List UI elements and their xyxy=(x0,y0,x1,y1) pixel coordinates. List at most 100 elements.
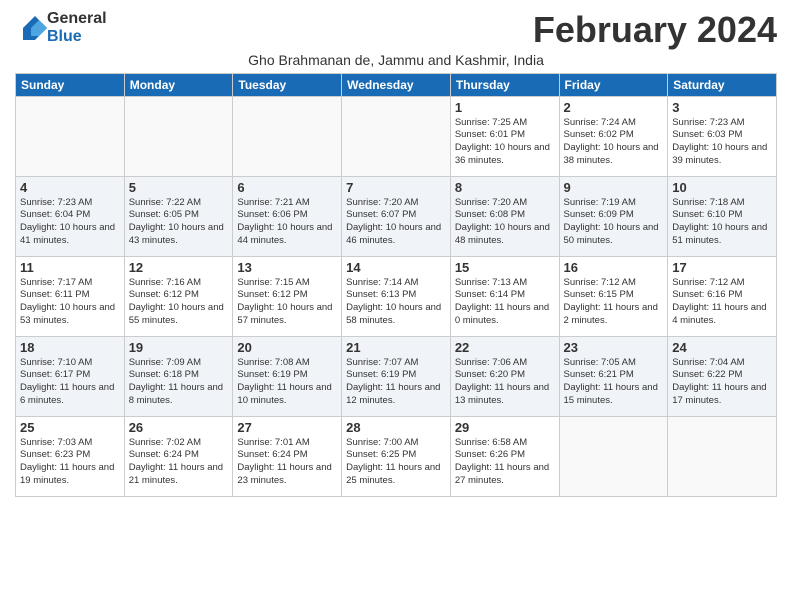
table-row: 6 Sunrise: 7:21 AM Sunset: 6:06 PM Daylig… xyxy=(233,176,342,256)
table-row: 16 Sunrise: 7:12 AM Sunset: 6:15 PM Dayli… xyxy=(559,256,668,336)
day-number: 10 xyxy=(672,180,772,195)
day-number: 5 xyxy=(129,180,229,195)
calendar-header-row: Sunday Monday Tuesday Wednesday Thursday… xyxy=(16,73,777,96)
day-info: Sunrise: 7:22 AM Sunset: 6:05 PM Dayligh… xyxy=(129,197,229,248)
day-number: 13 xyxy=(237,260,337,275)
logo-icon xyxy=(15,14,47,42)
day-info: Sunrise: 7:17 AM Sunset: 6:11 PM Dayligh… xyxy=(20,277,120,328)
day-number: 25 xyxy=(20,420,120,435)
logo-row: General Blue xyxy=(15,10,107,45)
day-info: Sunrise: 7:02 AM Sunset: 6:24 PM Dayligh… xyxy=(129,437,229,488)
table-row: 28 Sunrise: 7:00 AM Sunset: 6:25 PM Dayli… xyxy=(342,416,451,496)
day-number: 4 xyxy=(20,180,120,195)
day-info: Sunrise: 7:01 AM Sunset: 6:24 PM Dayligh… xyxy=(237,437,337,488)
subtitle: Gho Brahmanan de, Jammu and Kashmir, Ind… xyxy=(15,52,777,68)
day-number: 20 xyxy=(237,340,337,355)
table-row: 20 Sunrise: 7:08 AM Sunset: 6:19 PM Dayli… xyxy=(233,336,342,416)
table-row: 24Sunrise: 7:04 AM Sunset: 6:22 PM Dayli… xyxy=(668,336,777,416)
day-number: 23 xyxy=(564,340,664,355)
day-info: Sunrise: 7:10 AM Sunset: 6:17 PM Dayligh… xyxy=(20,357,120,408)
calendar-week-row: 11 Sunrise: 7:17 AM Sunset: 6:11 PM Dayli… xyxy=(16,256,777,336)
day-info: Sunrise: 7:20 AM Sunset: 6:07 PM Dayligh… xyxy=(346,197,446,248)
day-info: Sunrise: 7:05 AM Sunset: 6:21 PM Dayligh… xyxy=(564,357,664,408)
table-row: 29Sunrise: 6:58 AM Sunset: 6:26 PM Dayli… xyxy=(450,416,559,496)
day-number: 22 xyxy=(455,340,555,355)
table-row: 23 Sunrise: 7:05 AM Sunset: 6:21 PM Dayli… xyxy=(559,336,668,416)
day-info: Sunrise: 7:12 AM Sunset: 6:15 PM Dayligh… xyxy=(564,277,664,328)
day-info: Sunrise: 7:14 AM Sunset: 6:13 PM Dayligh… xyxy=(346,277,446,328)
table-row: 3Sunrise: 7:23 AM Sunset: 6:03 PM Daylig… xyxy=(668,96,777,176)
logo-general: General xyxy=(47,10,107,28)
table-row: 26 Sunrise: 7:02 AM Sunset: 6:24 PM Dayli… xyxy=(124,416,233,496)
day-info: Sunrise: 7:12 AM Sunset: 6:16 PM Dayligh… xyxy=(672,277,772,328)
table-row xyxy=(16,96,125,176)
table-row: 4 Sunrise: 7:23 AM Sunset: 6:04 PM Daylig… xyxy=(16,176,125,256)
day-info: Sunrise: 7:06 AM Sunset: 6:20 PM Dayligh… xyxy=(455,357,555,408)
table-row: 25 Sunrise: 7:03 AM Sunset: 6:23 PM Dayli… xyxy=(16,416,125,496)
table-row: 12Sunrise: 7:16 AM Sunset: 6:12 PM Dayli… xyxy=(124,256,233,336)
col-wednesday: Wednesday xyxy=(342,73,451,96)
day-info: Sunrise: 7:15 AM Sunset: 6:12 PM Dayligh… xyxy=(237,277,337,328)
table-row: 9 Sunrise: 7:19 AM Sunset: 6:09 PM Daylig… xyxy=(559,176,668,256)
day-number: 28 xyxy=(346,420,446,435)
day-info: Sunrise: 7:09 AM Sunset: 6:18 PM Dayligh… xyxy=(129,357,229,408)
table-row: 11 Sunrise: 7:17 AM Sunset: 6:11 PM Dayli… xyxy=(16,256,125,336)
table-row: 5 Sunrise: 7:22 AM Sunset: 6:05 PM Daylig… xyxy=(124,176,233,256)
header-top: General Blue February 2024 xyxy=(15,10,777,50)
day-info: Sunrise: 7:20 AM Sunset: 6:08 PM Dayligh… xyxy=(455,197,555,248)
col-sunday: Sunday xyxy=(16,73,125,96)
day-number: 27 xyxy=(237,420,337,435)
day-info: Sunrise: 7:19 AM Sunset: 6:09 PM Dayligh… xyxy=(564,197,664,248)
col-friday: Friday xyxy=(559,73,668,96)
table-row: 27 Sunrise: 7:01 AM Sunset: 6:24 PM Dayli… xyxy=(233,416,342,496)
logo-blue: Blue xyxy=(47,28,107,46)
day-info: Sunrise: 7:23 AM Sunset: 6:04 PM Dayligh… xyxy=(20,197,120,248)
calendar-week-row: 4 Sunrise: 7:23 AM Sunset: 6:04 PM Daylig… xyxy=(16,176,777,256)
day-info: Sunrise: 7:25 AM Sunset: 6:01 PM Dayligh… xyxy=(455,117,555,168)
day-number: 9 xyxy=(564,180,664,195)
day-info: Sunrise: 7:03 AM Sunset: 6:23 PM Dayligh… xyxy=(20,437,120,488)
col-tuesday: Tuesday xyxy=(233,73,342,96)
day-info: Sunrise: 7:18 AM Sunset: 6:10 PM Dayligh… xyxy=(672,197,772,248)
day-info: Sunrise: 7:21 AM Sunset: 6:06 PM Dayligh… xyxy=(237,197,337,248)
table-row: 14 Sunrise: 7:14 AM Sunset: 6:13 PM Dayli… xyxy=(342,256,451,336)
calendar-week-row: 25 Sunrise: 7:03 AM Sunset: 6:23 PM Dayli… xyxy=(16,416,777,496)
calendar-week-row: 18 Sunrise: 7:10 AM Sunset: 6:17 PM Dayli… xyxy=(16,336,777,416)
col-thursday: Thursday xyxy=(450,73,559,96)
day-info: Sunrise: 7:00 AM Sunset: 6:25 PM Dayligh… xyxy=(346,437,446,488)
table-row xyxy=(233,96,342,176)
day-number: 1 xyxy=(455,100,555,115)
col-monday: Monday xyxy=(124,73,233,96)
day-number: 17 xyxy=(672,260,772,275)
day-info: Sunrise: 6:58 AM Sunset: 6:26 PM Dayligh… xyxy=(455,437,555,488)
page-container: General Blue February 2024 Gho Brahmanan… xyxy=(0,0,792,502)
table-row: 7Sunrise: 7:20 AM Sunset: 6:07 PM Daylig… xyxy=(342,176,451,256)
table-row: 10 Sunrise: 7:18 AM Sunset: 6:10 PM Dayli… xyxy=(668,176,777,256)
table-row: 8 Sunrise: 7:20 AM Sunset: 6:08 PM Daylig… xyxy=(450,176,559,256)
day-number: 19 xyxy=(129,340,229,355)
day-number: 26 xyxy=(129,420,229,435)
day-number: 12 xyxy=(129,260,229,275)
day-number: 15 xyxy=(455,260,555,275)
table-row: 13 Sunrise: 7:15 AM Sunset: 6:12 PM Dayli… xyxy=(233,256,342,336)
day-info: Sunrise: 7:23 AM Sunset: 6:03 PM Dayligh… xyxy=(672,117,772,168)
logo-text: General Blue xyxy=(47,10,107,45)
day-number: 6 xyxy=(237,180,337,195)
table-row xyxy=(668,416,777,496)
day-number: 21 xyxy=(346,340,446,355)
day-info: Sunrise: 7:08 AM Sunset: 6:19 PM Dayligh… xyxy=(237,357,337,408)
day-number: 2 xyxy=(564,100,664,115)
logo: General Blue xyxy=(15,10,107,45)
table-row xyxy=(559,416,668,496)
table-row: 18 Sunrise: 7:10 AM Sunset: 6:17 PM Dayli… xyxy=(16,336,125,416)
day-info: Sunrise: 7:24 AM Sunset: 6:02 PM Dayligh… xyxy=(564,117,664,168)
day-number: 11 xyxy=(20,260,120,275)
day-number: 18 xyxy=(20,340,120,355)
table-row: 21Sunrise: 7:07 AM Sunset: 6:19 PM Dayli… xyxy=(342,336,451,416)
table-row xyxy=(342,96,451,176)
day-number: 8 xyxy=(455,180,555,195)
table-row xyxy=(124,96,233,176)
day-number: 16 xyxy=(564,260,664,275)
day-info: Sunrise: 7:13 AM Sunset: 6:14 PM Dayligh… xyxy=(455,277,555,328)
day-number: 14 xyxy=(346,260,446,275)
